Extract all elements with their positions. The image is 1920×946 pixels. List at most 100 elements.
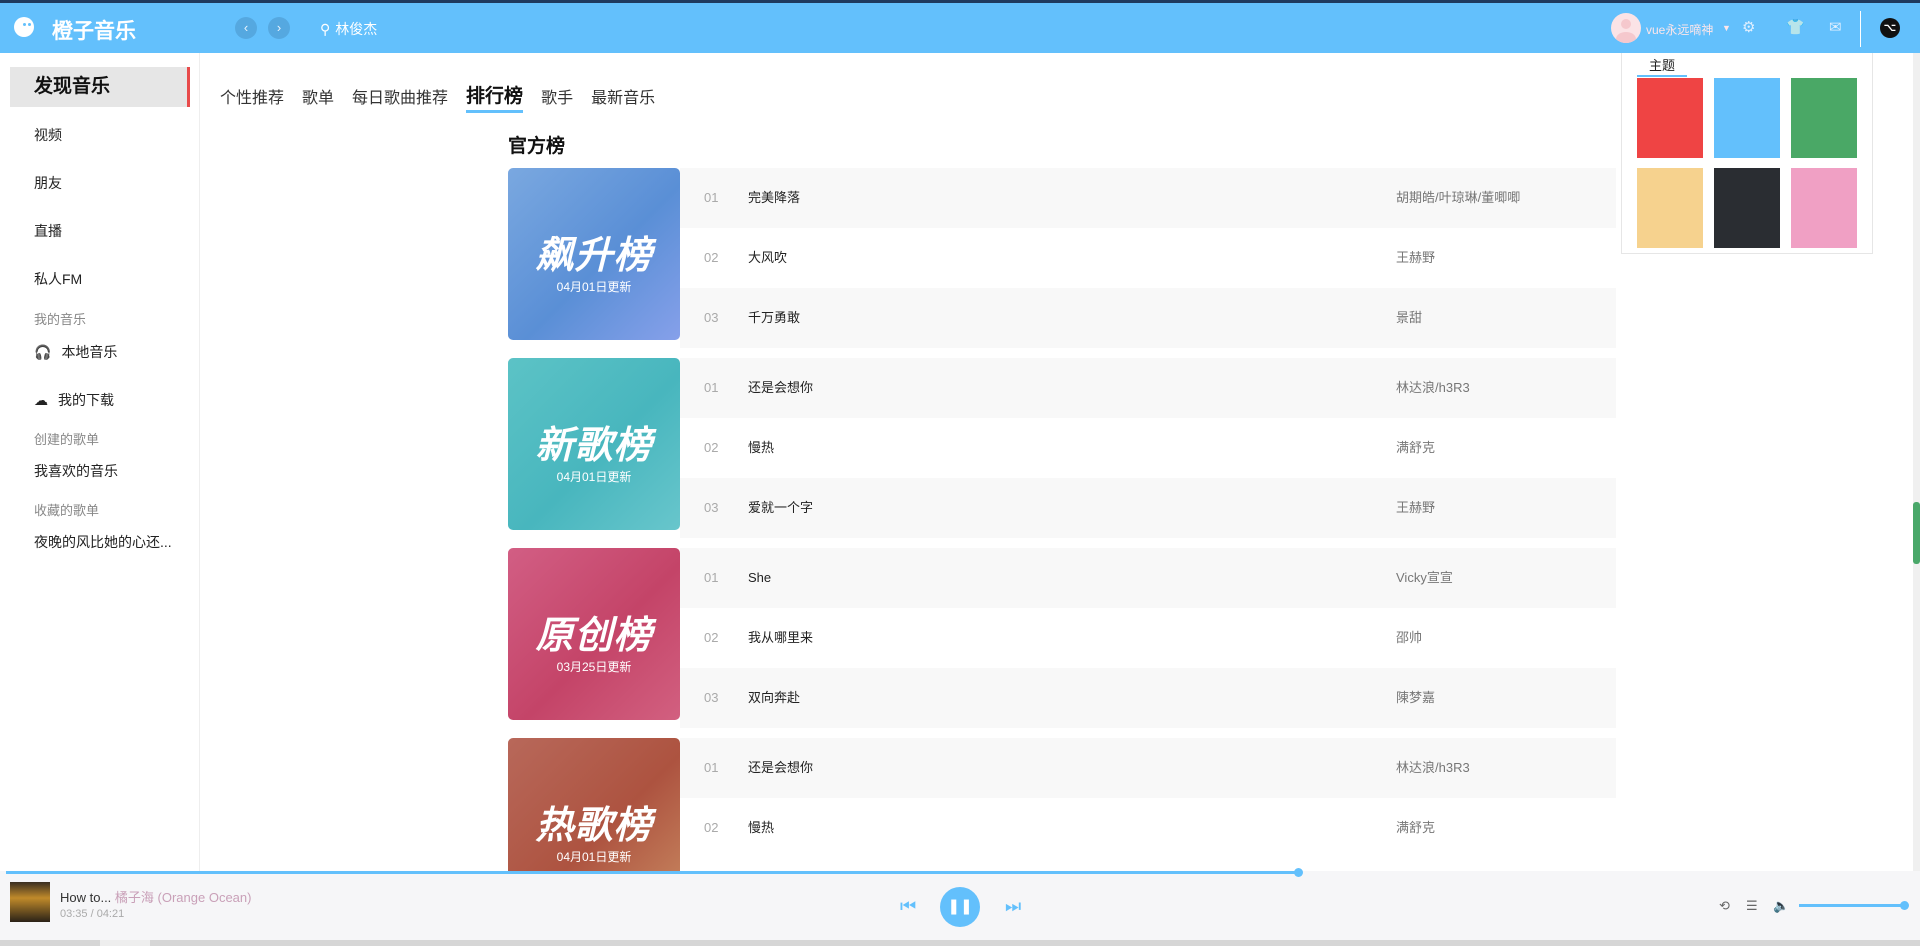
username[interactable]: vue永远嘀神 (1646, 21, 1713, 38)
song-title[interactable]: 慢热 (748, 418, 774, 478)
sidebar-item-video[interactable]: 视频 (34, 125, 62, 145)
tab-daily[interactable]: 每日歌曲推荐 (352, 84, 448, 113)
sidebar-item-fm[interactable]: 私人FM (34, 269, 82, 289)
song-artist[interactable]: 满舒克 (1396, 418, 1435, 478)
shirt-icon[interactable]: 👕 (1786, 18, 1805, 36)
song-artist[interactable]: 邵帅 (1396, 608, 1422, 668)
song-row[interactable]: 01 还是会想你 林达浪/h3R3 (680, 358, 1616, 418)
song-artist[interactable]: 王赫野 (1396, 228, 1435, 288)
song-artist[interactable]: 陳梦嘉 (1396, 668, 1435, 728)
header: 橙子音乐 ‹ › ⚲ 林俊杰 vue永远嘀神 ▼ ⚙ 👕 ✉ ⌥ (0, 3, 1920, 53)
forward-button[interactable]: › (268, 17, 290, 39)
section-title: 官方榜 (508, 136, 566, 157)
player-bar: How to... 橘子海 (Orange Ocean) 03:35 / 04:… (0, 868, 1920, 940)
tab-new-music[interactable]: 最新音乐 (591, 84, 655, 113)
song-title[interactable]: 我从哪里来 (748, 608, 813, 668)
song-artist[interactable]: 林达浪/h3R3 (1396, 738, 1470, 798)
volume-slider[interactable] (1799, 901, 1909, 910)
label: 本地音乐 (61, 344, 118, 360)
song-row[interactable]: 03 双向奔赴 陳梦嘉 (680, 668, 1616, 728)
sidebar-item-live[interactable]: 直播 (34, 221, 62, 241)
song-rank: 01 (704, 190, 719, 205)
volume-handle[interactable] (1899, 901, 1909, 910)
search-value: 林俊杰 (335, 21, 378, 37)
chart-cover[interactable]: 热歌榜 04月01日更新 (508, 738, 680, 871)
song-rank: 03 (704, 310, 719, 325)
sidebar-item-local-music[interactable]: 🎧 本地音乐 (34, 342, 117, 362)
gear-icon[interactable]: ⚙ (1742, 18, 1755, 36)
song-rank: 02 (704, 440, 719, 455)
song-title[interactable]: 双向奔赴 (748, 668, 800, 728)
song-artist[interactable]: 橘子海 (Orange Ocean) (115, 890, 252, 905)
chart-name: 飙升榜 (535, 235, 653, 277)
chart-update-date: 04月01日更新 (556, 470, 632, 484)
song-title[interactable]: She (748, 548, 771, 608)
song-artist[interactable]: 满舒克 (1396, 798, 1435, 858)
sidebar-item-liked-music[interactable]: 我喜欢的音乐 (34, 461, 118, 481)
song-artist[interactable]: 王赫野 (1396, 478, 1435, 538)
scrollbar[interactable] (1913, 53, 1920, 871)
search-input[interactable]: ⚲ 林俊杰 (320, 19, 377, 39)
song-artist[interactable]: 景甜 (1396, 288, 1422, 348)
progress-bar[interactable] (6, 868, 1304, 877)
song-artist[interactable]: 胡期皓/叶琼琳/董唧唧 (1396, 168, 1520, 228)
theme-swatch[interactable] (1791, 168, 1857, 248)
horizontal-scrollbar[interactable] (0, 940, 1920, 946)
song-row[interactable]: 02 慢热 满舒克 (680, 418, 1616, 478)
pause-button[interactable]: ❚❚ (940, 887, 980, 927)
chart-cover[interactable]: 原创榜 03月25日更新 (508, 548, 680, 720)
song-row[interactable]: 01 She Vicky宣宣 (680, 548, 1616, 608)
tab-playlists[interactable]: 歌单 (302, 84, 334, 113)
song-title[interactable]: 还是会想你 (748, 358, 813, 418)
app-title: 橙子音乐 (52, 20, 136, 43)
tab-personal[interactable]: 个性推荐 (220, 84, 284, 113)
song-row[interactable]: 02 我从哪里来 邵帅 (680, 608, 1616, 668)
repeat-icon[interactable]: ⟲ (1719, 898, 1730, 914)
chart-cover[interactable]: 新歌榜 04月01日更新 (508, 358, 680, 530)
github-icon[interactable]: ⌥ (1880, 18, 1900, 38)
song-title[interactable]: How to... (60, 890, 111, 905)
chart-update-date: 04月01日更新 (556, 280, 632, 294)
song-row[interactable]: 01 完美降落 胡期皓/叶琼琳/董唧唧 (680, 168, 1616, 228)
tab-charts[interactable]: 排行榜 (466, 81, 524, 113)
song-title[interactable]: 还是会想你 (748, 738, 813, 798)
song-row[interactable]: 01 还是会想你 林达浪/h3R3 (680, 738, 1616, 798)
sidebar-item-collected-playlist[interactable]: 夜晚的风比她的心还... (34, 532, 172, 552)
theme-swatch[interactable] (1637, 78, 1703, 158)
volume-icon[interactable]: 🔈 (1773, 898, 1789, 914)
sidebar-item-friends[interactable]: 朋友 (34, 173, 62, 193)
song-title[interactable]: 慢热 (748, 798, 774, 858)
song-title[interactable]: 千万勇敢 (748, 288, 800, 348)
play-time: 03:35 / 04:21 (60, 908, 125, 920)
progress-handle[interactable] (1294, 868, 1304, 877)
song-title[interactable]: 完美降落 (748, 168, 800, 228)
album-thumbnail[interactable] (10, 882, 50, 922)
song-title[interactable]: 大风吹 (748, 228, 787, 288)
song-rank: 02 (704, 820, 719, 835)
chart-card: 飙升榜 04月01日更新 01 完美降落 胡期皓/叶琼琳/董唧唧 02 大风吹 … (508, 168, 1616, 348)
sidebar-item-downloads[interactable]: ☁ 我的下载 (34, 390, 114, 410)
tab-artists[interactable]: 歌手 (541, 84, 573, 113)
playlist-icon[interactable]: ☰ (1746, 898, 1758, 914)
collected-playlists-heading: 收藏的歌单 (34, 503, 100, 518)
song-row[interactable]: 02 大风吹 王赫野 (680, 228, 1616, 288)
theme-swatch[interactable] (1714, 78, 1780, 158)
scrollbar-thumb[interactable] (1913, 502, 1920, 564)
sidebar-item-discover[interactable]: 发现音乐 (10, 67, 190, 107)
caret-down-icon[interactable]: ▼ (1722, 23, 1731, 33)
back-button[interactable]: ‹ (235, 17, 257, 39)
song-artist[interactable]: Vicky宣宣 (1396, 548, 1453, 608)
theme-swatch[interactable] (1637, 168, 1703, 248)
chart-cover[interactable]: 飙升榜 04月01日更新 (508, 168, 680, 340)
theme-swatch[interactable] (1714, 168, 1780, 248)
previous-icon[interactable]: ⏮ (900, 896, 916, 917)
next-icon[interactable]: ⏭ (1005, 896, 1021, 917)
song-title[interactable]: 爱就一个字 (748, 478, 813, 538)
song-row[interactable]: 03 爱就一个字 王赫野 (680, 478, 1616, 538)
avatar[interactable] (1611, 13, 1641, 43)
song-row[interactable]: 03 千万勇敢 景甜 (680, 288, 1616, 348)
mail-icon[interactable]: ✉ (1829, 18, 1842, 36)
song-row[interactable]: 02 慢热 满舒克 (680, 798, 1616, 858)
song-artist[interactable]: 林达浪/h3R3 (1396, 358, 1470, 418)
theme-swatch[interactable] (1791, 78, 1857, 158)
